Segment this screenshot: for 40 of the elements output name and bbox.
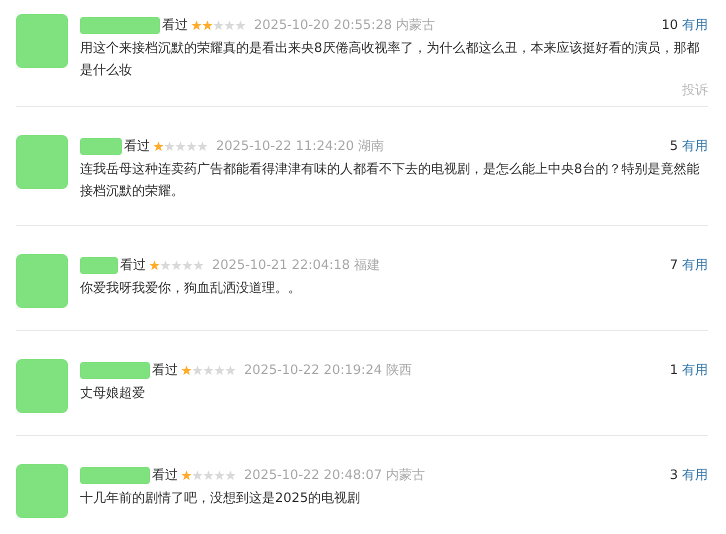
watch-status: 看过 [152,362,178,379]
comment-text: 连我岳母这种连卖药广告都能看得津津有味的人都看不下去的电视剧，是怎么能上中央8台的？特别是竟然能接档沉默的荣耀。 [80,161,700,201]
useful-link[interactable]: 有用 [682,466,708,484]
watch-status: 看过 [124,138,150,155]
comment-location: 内蒙古 [396,17,436,34]
comment-text: 用这个来接档沉默的荣耀真的是看出来央8厌倦高收视率了，为什么都这么丑，本来应该挺好看的演员，那都是什么妆 [80,40,700,80]
comment-text: 十几年前的剧情了吧，没想到这是2025的电视剧 [80,490,362,508]
comment-location: 陕西 [386,362,412,379]
vote-count: 3 [670,468,678,482]
comment-time: 2025-10-21 22:04:18 [212,258,350,272]
comment-location: 内蒙古 [386,467,426,484]
redacted-username[interactable] [80,16,160,34]
comment-time: 2025-10-22 20:19:24 [244,362,382,378]
useful-link[interactable]: 有用 [682,137,708,155]
useful-link[interactable]: 有用 [682,16,708,34]
comment-text: 丈母娘超爱 [80,385,146,403]
comment-time: 2025-10-22 20:48:07 [244,468,382,482]
comment-time: 2025-10-22 11:24:20 [216,138,354,154]
vote-count: 1 [670,362,678,378]
avatar[interactable] [16,464,68,518]
watch-status: 看过 [162,17,188,34]
watch-status: 看过 [152,467,178,484]
useful-link[interactable]: 有用 [682,361,708,379]
redacted-username[interactable] [80,362,150,378]
avatar[interactable] [16,14,68,68]
vote-count: 10 [661,18,678,32]
avatar[interactable] [16,359,68,413]
useful-link[interactable]: 有用 [682,256,708,274]
comment-time: 2025-10-20 20:55:28 [254,18,392,32]
comment-location: 福建 [354,257,380,274]
vote-count: 7 [670,258,678,272]
redacted-username[interactable] [80,256,118,274]
redacted-username[interactable] [80,466,150,484]
avatar[interactable] [16,254,68,308]
watch-status: 看过 [120,257,146,274]
vote-count: 5 [670,138,678,154]
avatar[interactable] [16,135,68,189]
comment-location: 湖南 [358,138,384,155]
comment-text: 你爱我呀我爱你，狗血乱洒没道理。。 [80,280,302,298]
redacted-username[interactable] [80,138,122,154]
